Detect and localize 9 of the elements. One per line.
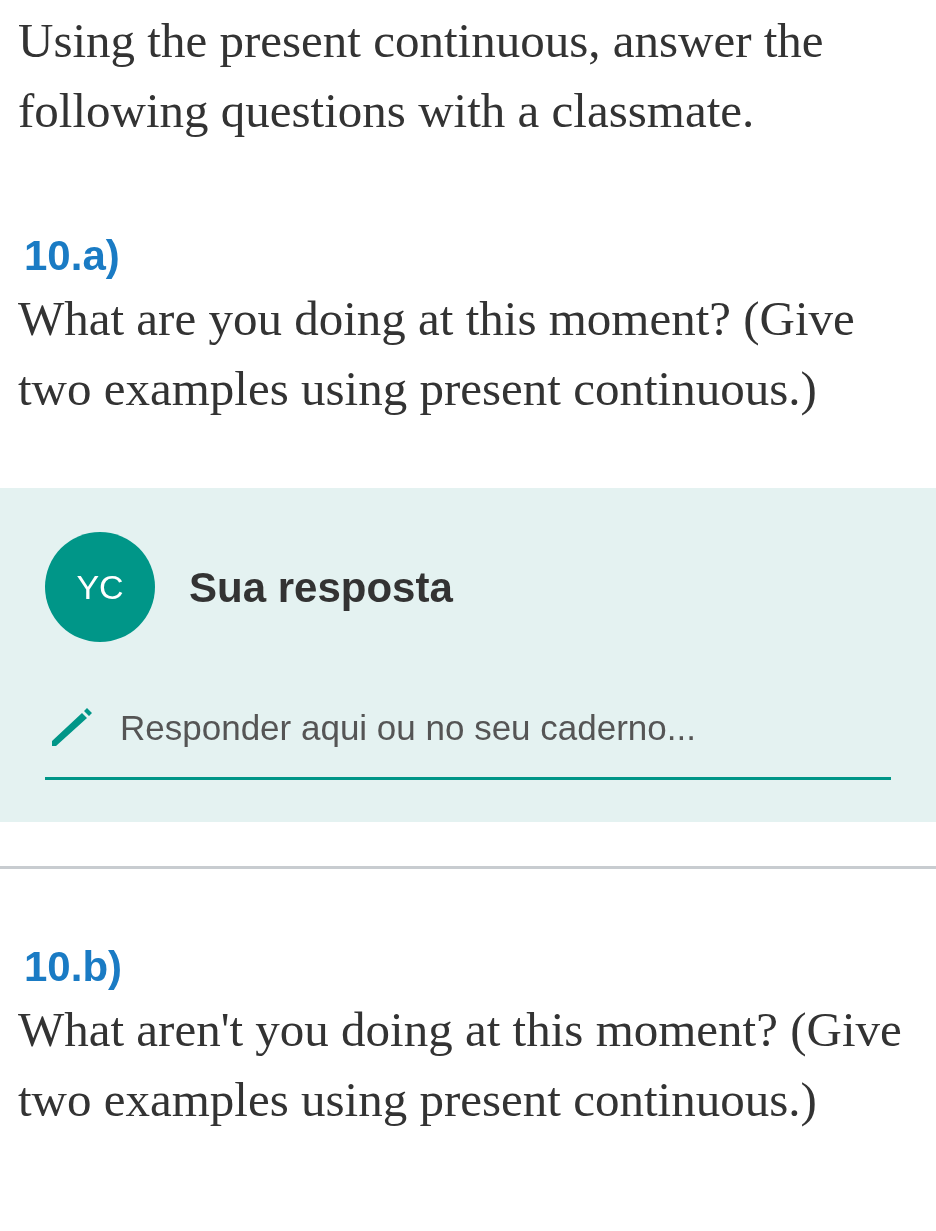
pencil-icon [50,708,94,749]
instructions: Using the present continuous, answer the following questions with a classmate. [17,12,825,140]
question-text: What are you doing at this moment? (Give two examples using present continuous.) [17,290,856,418]
answer-title: Sua resposta [189,562,453,613]
question-number: 10.a) [23,231,121,281]
question-number: 10.b) [23,941,124,992]
answer-field[interactable]: Responder aqui ou no seu caderno... [120,702,891,755]
question-text: What aren't you doing at this moment? (Give two examples using present continuous.) [17,1000,903,1129]
avatar: YC [45,532,155,642]
